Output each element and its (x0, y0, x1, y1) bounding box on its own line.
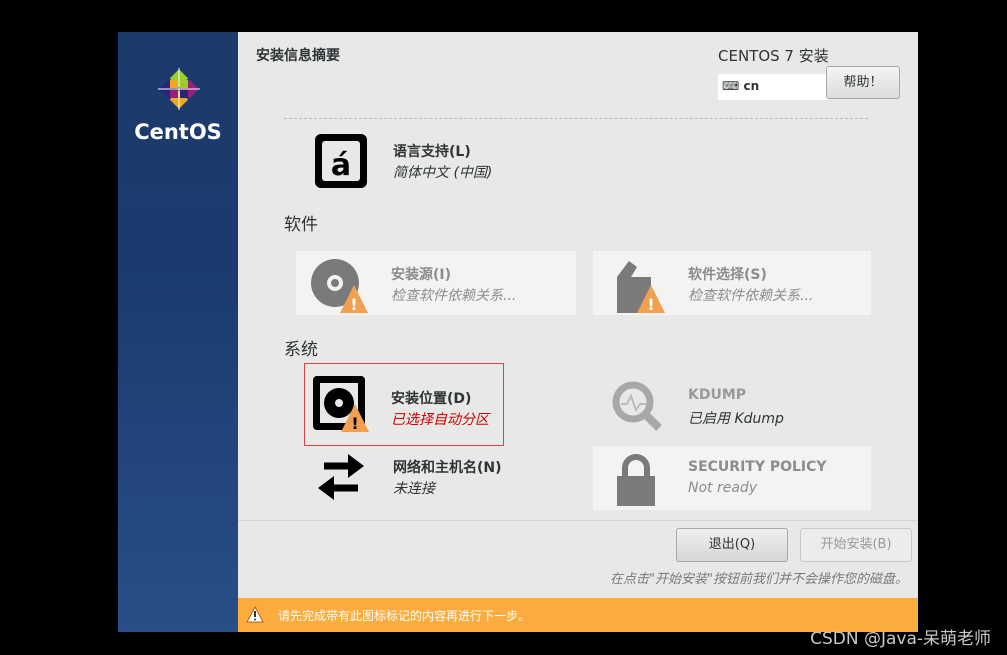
spoke-status: Not ready (688, 480, 758, 496)
spoke-title: SECURITY POLICY (688, 459, 827, 475)
spoke-title: 安装源(I) (391, 267, 452, 283)
language-icon: á (315, 134, 367, 188)
network-arrows-icon (318, 454, 364, 500)
spoke-title: 网络和主机名(N) (393, 460, 502, 476)
disc-warning-icon: ! (311, 259, 368, 313)
spoke-title: 安装位置(D) (391, 391, 472, 407)
svg-text:!: ! (350, 295, 357, 313)
spoke-status: 检查软件依赖关系... (688, 288, 814, 304)
spoke-software-selection[interactable]: ! 软件选择(S) 检查软件依赖关系... (593, 251, 871, 315)
centos-logo-icon (158, 68, 200, 110)
lock-icon (617, 454, 655, 506)
watermark: CSDN @Java-呆萌老师 (810, 629, 991, 649)
spoke-kdump[interactable]: KDUMP 已启用 Kdump (593, 374, 873, 438)
keyboard-layout-indicator[interactable]: ⌨ cn (718, 74, 828, 100)
spoke-status: 检查软件依赖关系... (391, 288, 517, 304)
svg-text:!: ! (647, 295, 654, 313)
spoke-network[interactable]: 网络和主机名(N) 未连接 (298, 444, 578, 508)
main-panel: 安装信息摘要 CENTOS 7 安装 ⌨ cn 帮助！ á 语言支持(L) 简体… (238, 32, 918, 632)
sidebar: CentOS (118, 32, 238, 632)
spoke-status: 已选择自动分区 (391, 412, 489, 428)
divider (284, 118, 868, 119)
begin-installation-button[interactable]: 开始安装(B) (800, 528, 912, 562)
svg-text:!: ! (351, 414, 358, 432)
spoke-language[interactable]: á 语言支持(L) 简体中文 (中国) (298, 128, 578, 192)
spoke-status: 已启用 Kdump (688, 411, 784, 427)
product-title: CENTOS 7 安装 (718, 47, 829, 65)
keyboard-layout-label: cn (743, 79, 760, 93)
kdump-magnifier-icon (612, 381, 662, 431)
keyboard-icon: ⌨ (722, 79, 740, 93)
spoke-title: KDUMP (688, 387, 747, 403)
logo-text: CentOS (134, 120, 222, 144)
disk-warning-icon: ! (313, 376, 369, 432)
spoke-install-source[interactable]: ! 安装源(I) 检查软件依赖关系... (296, 251, 576, 315)
section-software: 软件 (284, 215, 318, 235)
quit-button[interactable]: 退出(Q) (676, 528, 788, 562)
warning-text: 请先完成带有此图标标记的内容再进行下一步。 (278, 609, 531, 623)
spoke-install-destination[interactable]: ! 安装位置(D) 已选择自动分区 (304, 363, 504, 446)
page-title: 安装信息摘要 (256, 48, 340, 64)
disk-note: 在点击"开始安装"按钮前我们并不会操作您的磁盘。 (610, 572, 908, 587)
section-system: 系统 (284, 340, 318, 360)
spoke-title: 软件选择(S) (688, 267, 767, 283)
spoke-status: 简体中文 (中国) (393, 165, 493, 181)
divider (238, 520, 918, 521)
svg-text:á: á (331, 148, 351, 183)
package-warning-icon: ! (617, 261, 665, 313)
spoke-status: 未连接 (393, 481, 435, 497)
warning-icon (246, 606, 264, 623)
spoke-security-policy[interactable]: SECURITY POLICY Not ready (593, 446, 871, 510)
help-button[interactable]: 帮助！ (826, 66, 900, 99)
spoke-title: 语言支持(L) (393, 144, 471, 160)
